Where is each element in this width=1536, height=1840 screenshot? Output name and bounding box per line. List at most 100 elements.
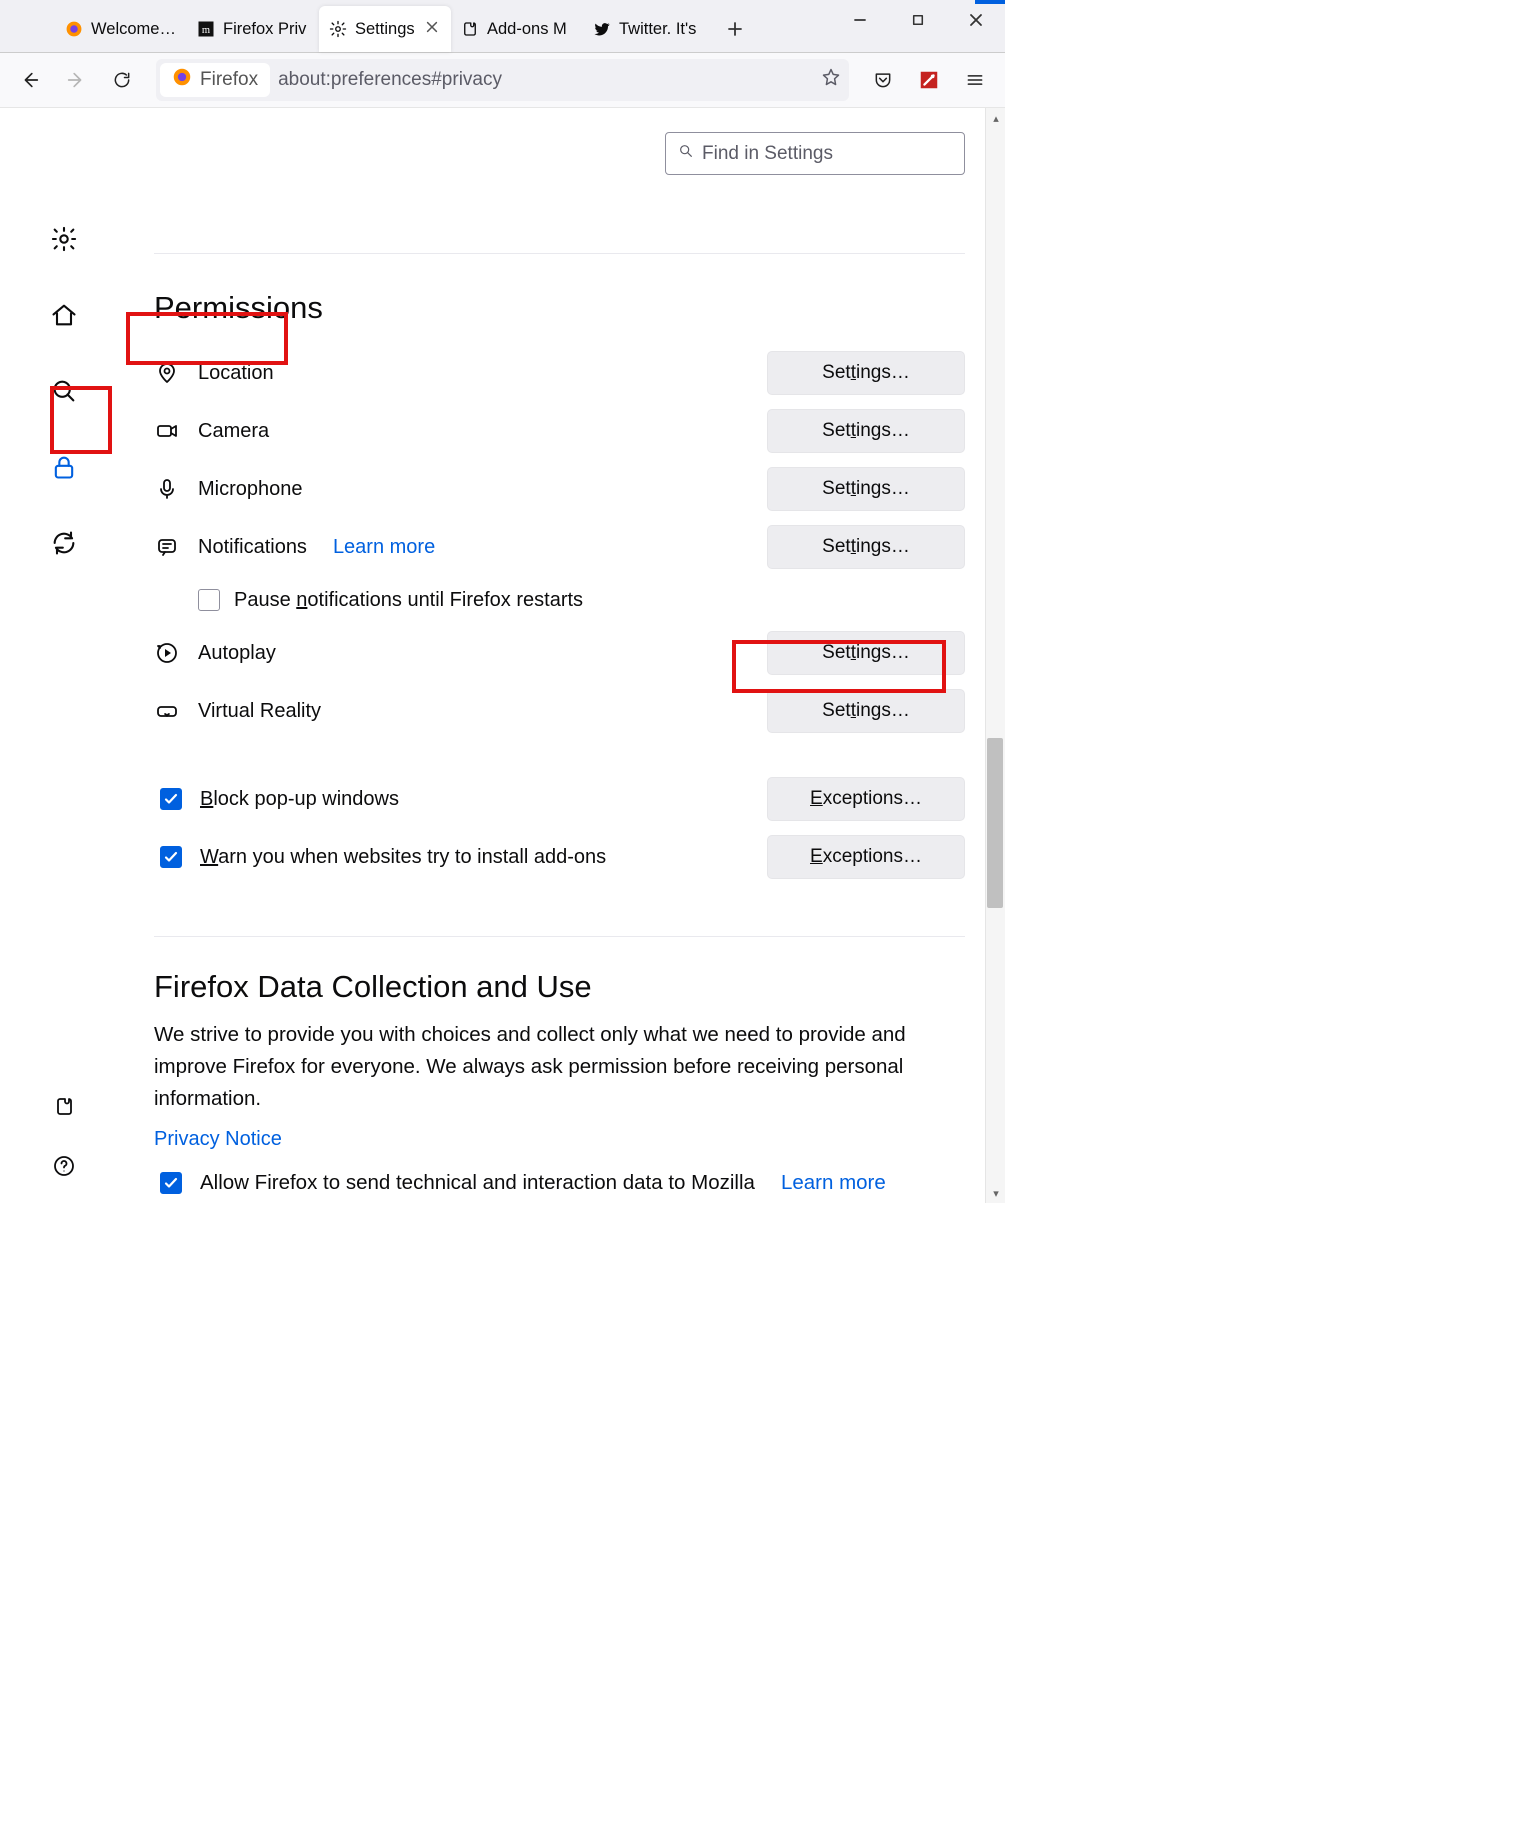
tab-label: Twitter. It's xyxy=(619,20,705,39)
twitter-icon xyxy=(593,20,611,38)
settings-button-vr[interactable]: Settings… xyxy=(767,689,965,733)
tab-label: Add-ons M xyxy=(487,20,573,39)
perm-row-autoplay: Autoplay Settings… xyxy=(154,624,965,682)
perm-row-location: Location Settings… xyxy=(154,344,965,402)
tab-label: Welcome to xyxy=(91,20,177,39)
bookmark-star-icon[interactable] xyxy=(821,67,841,93)
titlebar: Welcome to m Firefox Priv Settings Add-o… xyxy=(0,0,1005,53)
sidebar-bottom xyxy=(0,1083,128,1189)
tab-addons[interactable]: Add-ons M xyxy=(451,6,583,52)
perm-label: Autoplay xyxy=(198,642,276,665)
block-popups-label: Block pop-up windows xyxy=(200,788,399,811)
camera-icon xyxy=(154,418,180,444)
pause-notifications-checkbox[interactable] xyxy=(198,589,220,611)
search-icon xyxy=(678,143,694,165)
url-text: about:preferences#privacy xyxy=(278,69,813,91)
pause-notifications-label: Pause notifications until Firefox restar… xyxy=(234,589,583,612)
autoplay-icon xyxy=(154,640,180,666)
allow-telemetry-label: Allow Firefox to send technical and inte… xyxy=(200,1171,755,1195)
wiki-icon: m xyxy=(197,20,215,38)
settings-button-camera[interactable]: Settings… xyxy=(767,409,965,453)
new-tab-button[interactable] xyxy=(715,6,755,52)
pocket-button[interactable] xyxy=(863,60,903,100)
extension-button[interactable] xyxy=(909,60,949,100)
separator xyxy=(154,936,965,937)
perm-row-microphone: Microphone Settings… xyxy=(154,460,965,518)
scroll-down-arrow[interactable]: ▾ xyxy=(986,1183,1006,1203)
notifications-icon xyxy=(154,534,180,560)
nav-toolbar: Firefox about:preferences#privacy xyxy=(0,53,1005,108)
settings-button-microphone[interactable]: Settings… xyxy=(767,467,965,511)
tab-strip: Welcome to m Firefox Priv Settings Add-o… xyxy=(55,6,755,52)
location-icon xyxy=(154,360,180,386)
scroll-up-arrow[interactable]: ▴ xyxy=(986,108,1006,128)
perm-label: Virtual Reality xyxy=(198,700,321,723)
app-menu-button[interactable] xyxy=(955,60,995,100)
settings-button-autoplay[interactable]: Settings… xyxy=(767,631,965,675)
scroll-thumb[interactable] xyxy=(987,738,1003,908)
svg-text:m: m xyxy=(202,25,210,36)
exceptions-button-popups[interactable]: Exceptions… xyxy=(767,777,965,821)
warn-addons-label: Warn you when websites try to install ad… xyxy=(200,846,606,869)
identity-label: Firefox xyxy=(200,69,258,91)
search-placeholder: Find in Settings xyxy=(702,143,833,165)
reload-button[interactable] xyxy=(102,60,142,100)
perm-row-notifications: Notifications Learn more Settings… xyxy=(154,518,965,576)
settings-button-notifications[interactable]: Settings… xyxy=(767,525,965,569)
sidebar-item-help[interactable] xyxy=(41,1143,87,1189)
forward-button[interactable] xyxy=(56,60,96,100)
permissions-list: Location Settings… Camera Settings… Micr… xyxy=(154,344,965,886)
settings-button-location[interactable]: Settings… xyxy=(767,351,965,395)
sidebar-item-extensions[interactable] xyxy=(41,1083,87,1129)
privacy-notice-link[interactable]: Privacy Notice xyxy=(154,1128,282,1151)
identity-box[interactable]: Firefox xyxy=(160,63,270,97)
search-input[interactable]: Find in Settings xyxy=(665,132,965,175)
gear-icon xyxy=(329,20,347,38)
sidebar-item-privacy[interactable] xyxy=(41,444,87,490)
tab-firefox-privacy[interactable]: m Firefox Priv xyxy=(187,6,319,52)
perm-label: Notifications xyxy=(198,536,307,559)
url-bar[interactable]: Firefox about:preferences#privacy xyxy=(156,59,849,101)
content-area: Find in Settings Permissions Location Se… xyxy=(0,108,1005,1203)
maximize-button[interactable] xyxy=(889,0,947,40)
data-collection-paragraph: We strive to provide you with choices an… xyxy=(154,1019,914,1114)
firefox-icon xyxy=(65,20,83,38)
addon-icon xyxy=(461,20,479,38)
close-window-button[interactable] xyxy=(947,0,1005,40)
close-icon[interactable] xyxy=(425,20,441,39)
allow-telemetry-row: Allow Firefox to send technical and inte… xyxy=(154,1171,965,1195)
minimize-button[interactable] xyxy=(831,0,889,40)
firefox-icon xyxy=(172,67,192,93)
vr-icon xyxy=(154,698,180,724)
perm-label: Camera xyxy=(198,420,269,443)
data-collection-heading: Firefox Data Collection and Use xyxy=(154,969,965,1005)
exceptions-button-addons[interactable]: Exceptions… xyxy=(767,835,965,879)
sidebar-item-search[interactable] xyxy=(41,368,87,414)
settings-panel: Find in Settings Permissions Location Se… xyxy=(128,108,1005,1203)
learn-more-link[interactable]: Learn more xyxy=(333,536,435,559)
block-popups-row: Block pop-up windows Exceptions… xyxy=(154,770,965,828)
perm-row-camera: Camera Settings… xyxy=(154,402,965,460)
sidebar-item-general[interactable] xyxy=(41,216,87,262)
tab-label: Firefox Priv xyxy=(223,20,309,39)
category-sidebar xyxy=(0,108,128,1203)
perm-label: Location xyxy=(198,362,274,385)
learn-more-link[interactable]: Learn more xyxy=(781,1171,886,1195)
tab-welcome[interactable]: Welcome to xyxy=(55,6,187,52)
sidebar-item-sync[interactable] xyxy=(41,520,87,566)
allow-telemetry-checkbox[interactable] xyxy=(160,1172,182,1194)
warn-addons-checkbox[interactable] xyxy=(160,846,182,868)
block-popups-checkbox[interactable] xyxy=(160,788,182,810)
permissions-heading: Permissions xyxy=(154,290,965,326)
tab-twitter[interactable]: Twitter. It's xyxy=(583,6,715,52)
warn-addons-row: Warn you when websites try to install ad… xyxy=(154,828,965,886)
separator xyxy=(154,253,965,254)
tab-label: Settings xyxy=(355,20,417,39)
tab-settings[interactable]: Settings xyxy=(319,6,451,52)
microphone-icon xyxy=(154,476,180,502)
back-button[interactable] xyxy=(10,60,50,100)
sidebar-item-home[interactable] xyxy=(41,292,87,338)
vertical-scrollbar[interactable]: ▴ ▾ xyxy=(985,108,1005,1203)
pause-notifications-row: Pause notifications until Firefox restar… xyxy=(154,576,965,624)
window-controls xyxy=(831,0,1005,40)
